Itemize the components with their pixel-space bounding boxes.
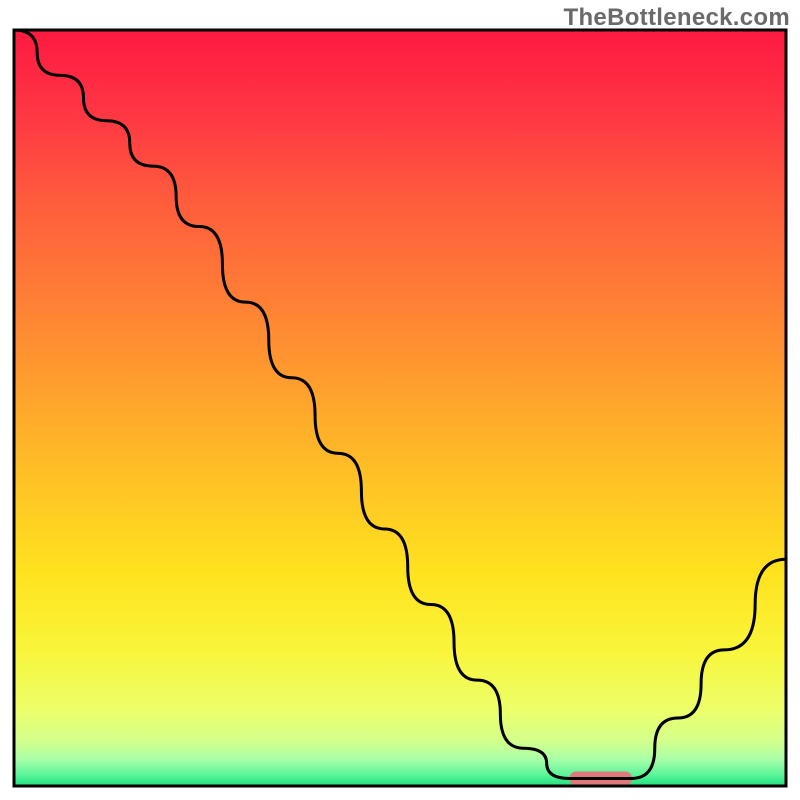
bottleneck-curve-chart: [0, 0, 800, 800]
watermark-text: TheBottleneck.com: [564, 4, 790, 32]
chart-stage: TheBottleneck.com: [0, 0, 800, 800]
